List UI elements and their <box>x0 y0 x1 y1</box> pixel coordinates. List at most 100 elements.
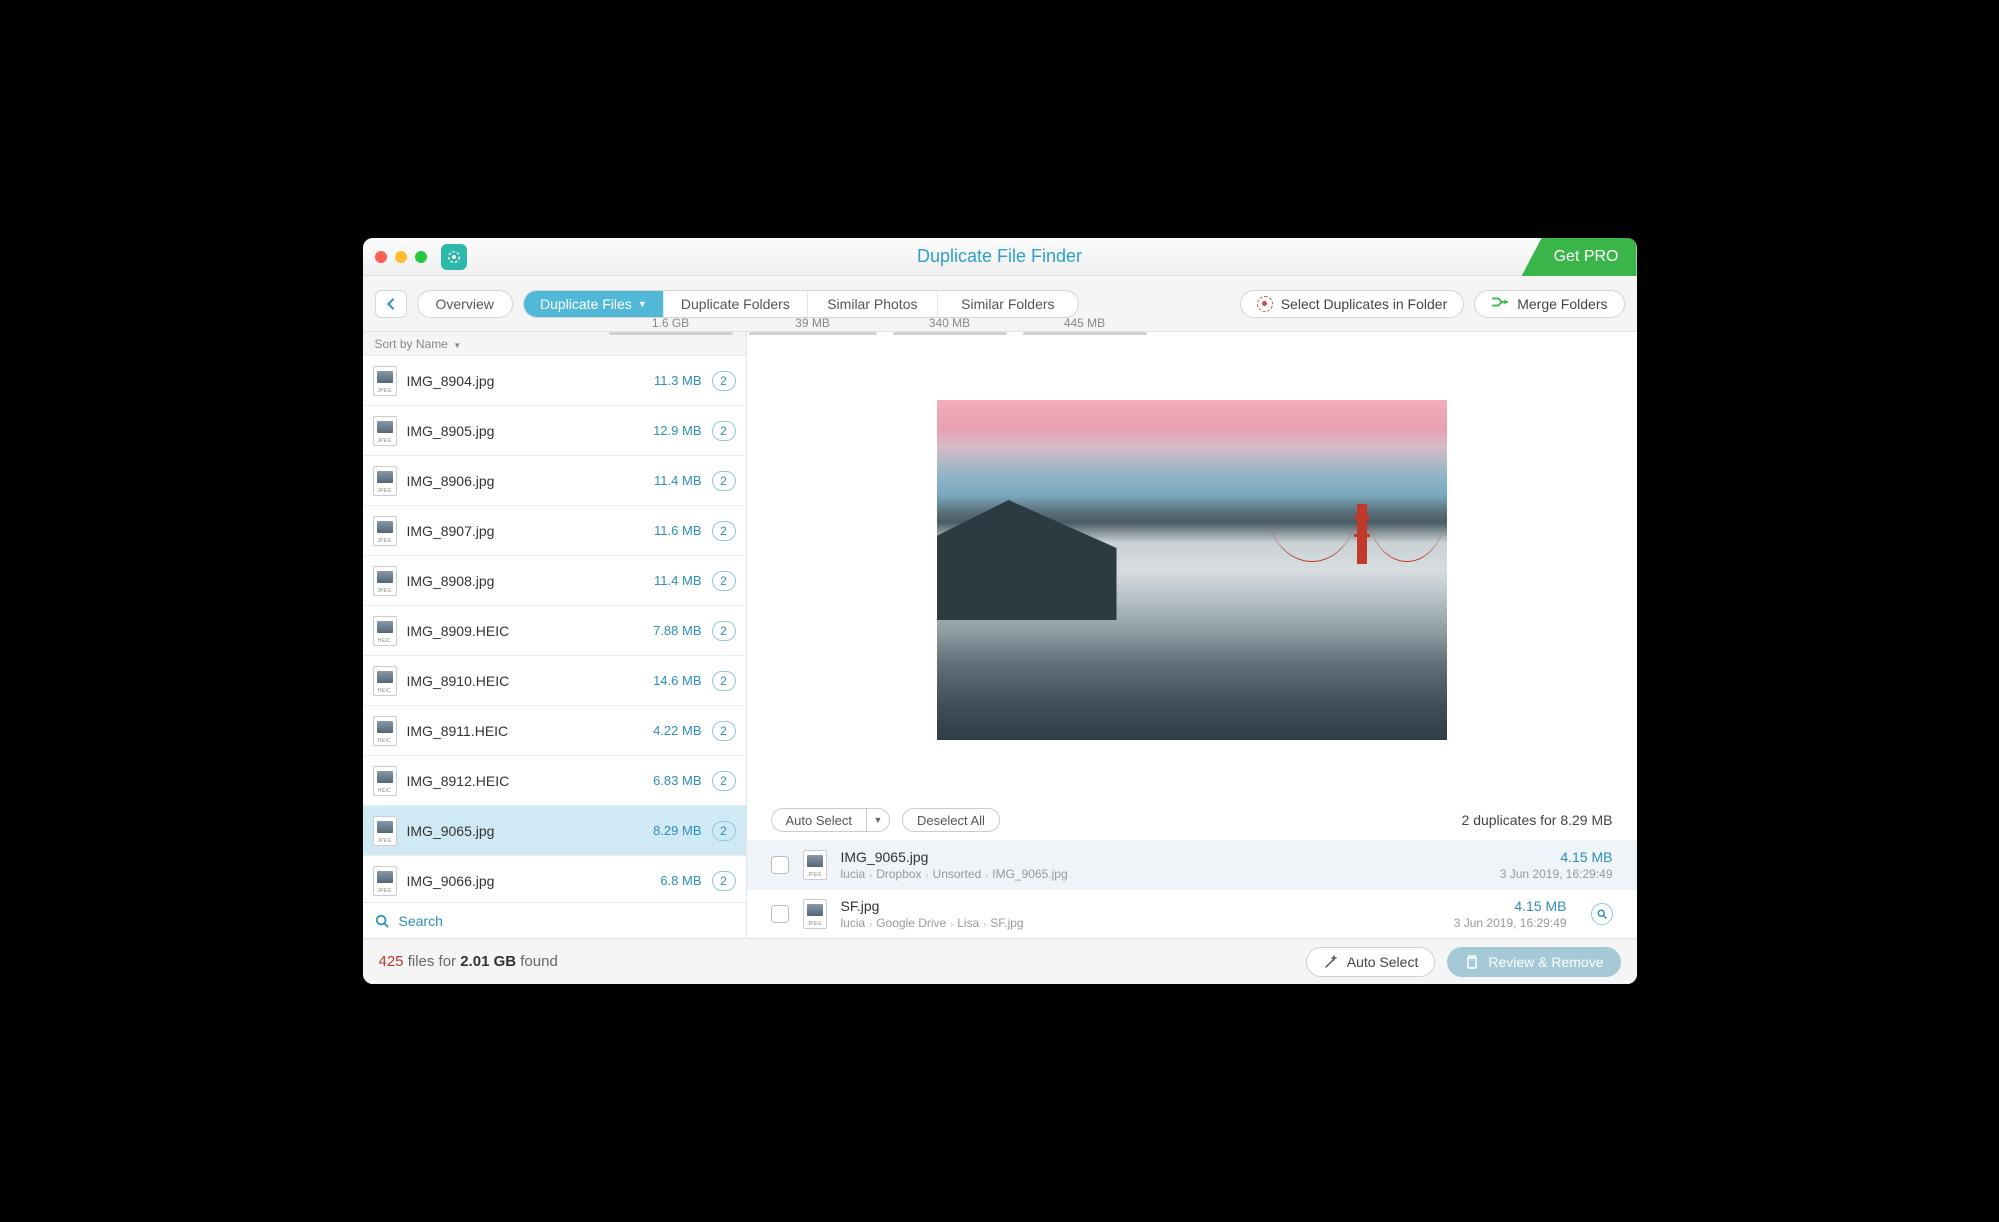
footer-auto-select-button[interactable]: Auto Select <box>1306 947 1436 977</box>
duplicate-summary: 2 duplicates for 8.29 MB <box>1462 812 1613 828</box>
select-duplicates-label: Select Duplicates in Folder <box>1281 296 1448 312</box>
footer-count: 425 <box>379 953 404 970</box>
file-size: 6.83 MB <box>653 773 701 788</box>
duplicate-toolbar: Auto Select ▼ Deselect All 2 duplicates … <box>747 800 1637 840</box>
file-icon: JPEG <box>373 866 397 896</box>
duplicate-count-badge: 2 <box>712 371 736 391</box>
duplicate-count-badge: 2 <box>712 771 736 791</box>
tab-duplicate-files[interactable]: Duplicate Files▼ <box>524 291 664 317</box>
duplicate-date: 3 Jun 2019, 16:29:49 <box>1454 916 1567 930</box>
merge-icon <box>1491 295 1509 312</box>
file-icon: JPEG <box>373 516 397 546</box>
deselect-all-button[interactable]: Deselect All <box>902 808 1000 832</box>
file-row[interactable]: JPEGIMG_8904.jpg11.3 MB2 <box>363 356 746 406</box>
file-row[interactable]: HEICIMG_8909.HEIC7.88 MB2 <box>363 606 746 656</box>
file-icon: JPEG <box>373 416 397 446</box>
sort-label: Sort by Name <box>375 337 448 351</box>
duplicate-date: 3 Jun 2019, 16:29:49 <box>1500 867 1613 881</box>
trash-icon <box>1464 954 1480 970</box>
sidebar: Sort by Name ▼ JPEGIMG_8904.jpg11.3 MB2J… <box>363 332 747 938</box>
select-duplicates-in-folder-button[interactable]: Select Duplicates in Folder <box>1240 290 1465 318</box>
file-row[interactable]: JPEGIMG_9066.jpg6.8 MB2 <box>363 856 746 902</box>
file-name: IMG_9065.jpg <box>407 823 644 839</box>
tab-duplicate-folders[interactable]: Duplicate Folders <box>664 291 808 317</box>
close-button[interactable] <box>375 251 387 263</box>
tab-similar-folders[interactable]: Similar Folders <box>938 291 1078 317</box>
file-row[interactable]: HEIC IMG_8911.HEIC 4.22 MB 2 <box>363 706 746 756</box>
category-tabs: Duplicate Files▼Duplicate FoldersSimilar… <box>523 290 1079 318</box>
tab-similar-photos[interactable]: Similar Photos <box>808 291 938 317</box>
file-size: 11.3 MB <box>654 373 701 388</box>
tab-size: 1.6 GB <box>601 316 741 335</box>
back-button[interactable] <box>375 290 407 318</box>
duplicate-row[interactable]: JPEG SF.jpg lucia›Google Drive›Lisa›SF.jpg… <box>747 889 1637 938</box>
file-row[interactable]: HEICIMG_8912.HEIC6.83 MB2 <box>363 756 746 806</box>
file-icon: JPEG <box>373 566 397 596</box>
file-row[interactable]: JPEGIMG_8907.jpg11.6 MB2 <box>363 506 746 556</box>
duplicate-count-badge: 2 <box>712 621 736 641</box>
file-size: 14.6 MB <box>653 673 701 688</box>
tab-size-row: 1.6 GB39 MB340 MB445 MB <box>601 316 1155 335</box>
tab-size: 340 MB <box>885 316 1015 335</box>
auto-select-button[interactable]: Auto Select <box>771 808 867 832</box>
magnifier-icon <box>1596 908 1608 920</box>
titlebar: Duplicate File Finder Get PRO <box>363 238 1637 276</box>
checkbox[interactable] <box>771 856 789 874</box>
file-icon: HEIC <box>373 716 397 746</box>
file-size: 12.9 MB <box>653 423 701 438</box>
get-pro-button[interactable]: Get PRO <box>1522 238 1637 276</box>
checkbox[interactable] <box>771 905 789 923</box>
preview-image <box>937 400 1447 740</box>
search-placeholder: Search <box>399 913 443 929</box>
file-row[interactable]: JPEGIMG_8908.jpg11.4 MB2 <box>363 556 746 606</box>
minimize-button[interactable] <box>395 251 407 263</box>
preview-zoom-button[interactable] <box>1591 903 1613 925</box>
duplicate-path: lucia›Dropbox›Unsorted›IMG_9065.jpg <box>841 867 1068 881</box>
duplicate-count-badge: 2 <box>712 521 736 541</box>
file-size: 4.22 MB <box>653 723 701 738</box>
merge-folders-button[interactable]: Merge Folders <box>1474 290 1624 318</box>
wand-icon <box>1323 954 1339 970</box>
file-icon: JPEG <box>373 816 397 846</box>
file-list[interactable]: JPEGIMG_8904.jpg11.3 MB2JPEGIMG_8905.jpg… <box>363 356 746 902</box>
file-size: 6.8 MB <box>660 873 701 888</box>
maximize-button[interactable] <box>415 251 427 263</box>
file-icon: JPEG <box>373 466 397 496</box>
duplicate-count-badge: 2 <box>712 821 736 841</box>
chevron-down-icon: ▼ <box>638 299 647 309</box>
footer-size: 2.01 GB <box>460 953 516 970</box>
sort-dropdown[interactable]: Sort by Name ▼ <box>363 332 746 356</box>
footer: 425 files for 2.01 GB found Auto Select … <box>363 938 1637 984</box>
app-window: Duplicate File Finder Get PRO Overview D… <box>363 238 1637 984</box>
detail-pane: Auto Select ▼ Deselect All 2 duplicates … <box>747 332 1637 938</box>
overview-button[interactable]: Overview <box>417 290 513 318</box>
duplicate-name: IMG_9065.jpg <box>841 849 1068 865</box>
body: Sort by Name ▼ JPEGIMG_8904.jpg11.3 MB2J… <box>363 332 1637 938</box>
review-remove-label: Review & Remove <box>1488 954 1603 970</box>
footer-summary: 425 files for 2.01 GB found <box>379 953 558 970</box>
duplicate-name: SF.jpg <box>841 898 1024 914</box>
window-title: Duplicate File Finder <box>363 246 1637 267</box>
file-size: 11.4 MB <box>654 473 701 488</box>
tab-size: 39 MB <box>741 316 885 335</box>
file-row[interactable]: JPEG IMG_9065.jpg 8.29 MB 2 <box>363 806 746 856</box>
auto-select-dropdown[interactable]: ▼ <box>866 808 890 832</box>
file-row[interactable]: JPEGIMG_8906.jpg11.4 MB2 <box>363 456 746 506</box>
tab-size: 445 MB <box>1015 316 1155 335</box>
search-row[interactable]: Search <box>363 902 746 938</box>
duplicate-path: lucia›Google Drive›Lisa›SF.jpg <box>841 916 1024 930</box>
duplicate-list: JPEG IMG_9065.jpg lucia›Dropbox›Unsorted›I… <box>747 840 1637 938</box>
file-name: IMG_8912.HEIC <box>407 773 644 789</box>
duplicate-count-badge: 2 <box>712 721 736 741</box>
app-icon <box>441 244 467 270</box>
file-name: IMG_8909.HEIC <box>407 623 644 639</box>
review-remove-button[interactable]: Review & Remove <box>1447 947 1620 977</box>
duplicate-row[interactable]: JPEG IMG_9065.jpg lucia›Dropbox›Unsorted›I… <box>747 840 1637 889</box>
file-row[interactable]: HEICIMG_8910.HEIC14.6 MB2 <box>363 656 746 706</box>
file-icon: JPEG <box>803 850 827 880</box>
file-size: 8.29 MB <box>653 823 701 838</box>
file-name: IMG_8911.HEIC <box>407 723 644 739</box>
file-size: 11.4 MB <box>654 573 701 588</box>
file-icon: JPEG <box>803 899 827 929</box>
file-row[interactable]: JPEGIMG_8905.jpg12.9 MB2 <box>363 406 746 456</box>
